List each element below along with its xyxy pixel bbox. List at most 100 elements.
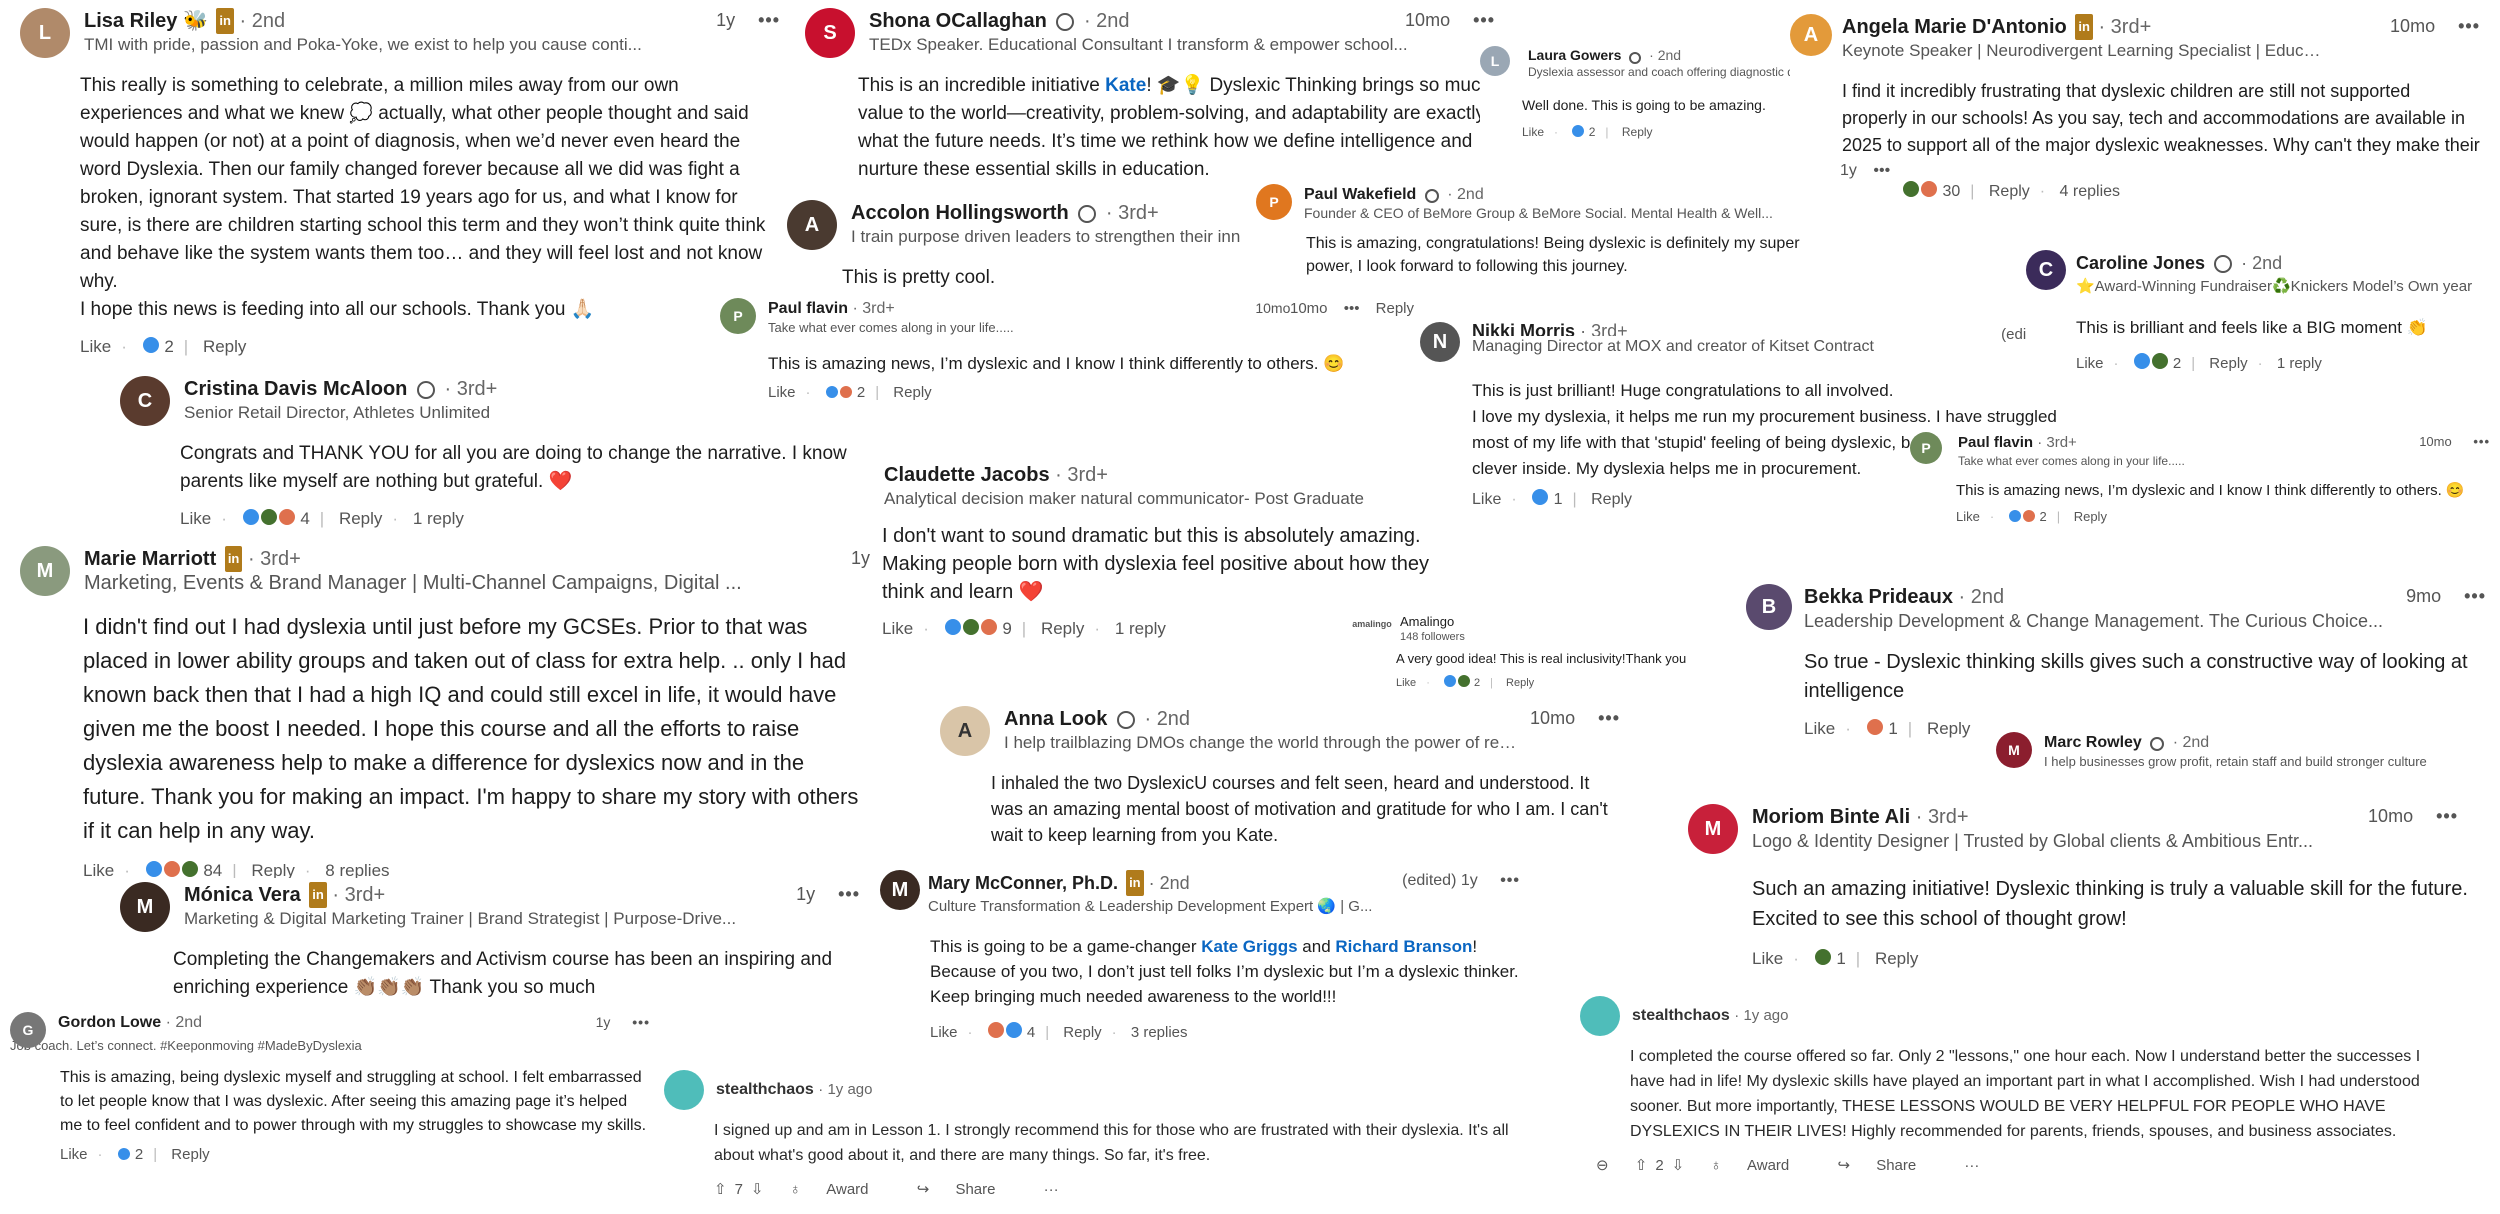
reaction-count[interactable]: 1 [1836, 949, 1845, 968]
like-button[interactable]: Like [768, 384, 796, 401]
like-button[interactable]: Like [930, 1024, 958, 1041]
avatar[interactable]: C [120, 376, 170, 426]
reaction-count[interactable]: 4 [1027, 1024, 1035, 1041]
reply-button[interactable]: Reply [1622, 125, 1653, 139]
author-name[interactable]: Mónica Vera [184, 884, 301, 906]
author-name[interactable]: Marie Marriott [84, 548, 216, 570]
more-options-icon[interactable]: ··· [1044, 1181, 1059, 1198]
avatar[interactable]: P [1256, 184, 1292, 220]
reaction-count[interactable]: 4 [300, 509, 309, 528]
author-name[interactable]: Moriom Binte Ali [1752, 806, 1910, 828]
more-options-icon[interactable]: ••• [632, 1014, 650, 1030]
replies-link[interactable]: 3 replies [1131, 1024, 1188, 1041]
author-name[interactable]: Bekka Prideaux [1804, 586, 1953, 608]
more-options-icon[interactable]: ••• [758, 10, 780, 30]
avatar[interactable]: M [20, 546, 70, 596]
reply-button[interactable]: Reply [339, 509, 382, 528]
reaction-count[interactable]: 2 [1589, 125, 1596, 139]
like-button[interactable]: Like [60, 1146, 88, 1163]
collapse-thread-icon[interactable]: ⊖ [1596, 1157, 1609, 1174]
author-name[interactable]: Angela Marie D'Antonio [1842, 16, 2067, 38]
author-name[interactable]: Lisa Riley [84, 10, 177, 32]
downvote-icon[interactable]: ⇩ [751, 1181, 764, 1198]
like-button[interactable]: Like [882, 619, 913, 638]
avatar[interactable]: L [1480, 46, 1510, 76]
more-options-icon[interactable]: ••• [1873, 162, 1890, 179]
reaction-count[interactable]: 30 [1942, 183, 1960, 200]
author-name[interactable]: Caroline Jones [2076, 253, 2205, 273]
author-name[interactable]: Marc Rowley [2044, 734, 2142, 751]
avatar[interactable]: A [940, 706, 990, 756]
award-button[interactable]: ♁ Award [1710, 1157, 1811, 1174]
reply-button[interactable]: Reply [1376, 300, 1414, 317]
reply-button[interactable]: Reply [1927, 719, 1970, 738]
more-options-icon[interactable]: ••• [1598, 708, 1620, 728]
author-name[interactable]: Paul Wakefield [1304, 186, 1416, 203]
reaction-count[interactable]: 2 [2039, 509, 2046, 524]
reaction-count[interactable]: 2 [2173, 355, 2181, 372]
replies-link[interactable]: 1 reply [1115, 619, 1166, 638]
more-options-icon[interactable]: ••• [2464, 586, 2486, 606]
like-button[interactable]: Like [1396, 677, 1416, 689]
reply-button[interactable]: Reply [1591, 491, 1632, 508]
avatar[interactable]: L [20, 8, 70, 58]
reply-button[interactable]: Reply [893, 384, 931, 401]
like-button[interactable]: Like [1472, 491, 1501, 508]
avatar[interactable] [664, 1070, 704, 1110]
author-name[interactable]: Mary McConner, Ph.D. [928, 873, 1118, 893]
avatar[interactable] [1580, 996, 1620, 1036]
award-button[interactable]: ♁ Award [790, 1181, 891, 1198]
reaction-count[interactable]: 2 [164, 337, 173, 356]
more-options-icon[interactable]: ••• [838, 884, 860, 904]
reaction-count[interactable]: 9 [1002, 619, 1011, 638]
reply-button[interactable]: Reply [2074, 509, 2107, 524]
like-button[interactable]: Like [180, 509, 211, 528]
avatar[interactable]: M [880, 870, 920, 910]
replies-link[interactable]: 1 reply [2277, 355, 2322, 372]
reply-button[interactable]: Reply [251, 861, 294, 878]
more-options-icon[interactable]: ··· [1964, 1157, 1979, 1174]
avatar[interactable]: B [1746, 584, 1792, 630]
author-name[interactable]: Cristina Davis McAloon [184, 378, 407, 400]
reaction-count[interactable]: 84 [203, 861, 222, 878]
like-button[interactable]: Like [83, 861, 114, 878]
author-name[interactable]: Anna Look [1004, 708, 1107, 730]
author-name[interactable]: stealthchaos [1632, 1007, 1730, 1024]
avatar[interactable]: A [1790, 14, 1832, 56]
reply-button[interactable]: Reply [1875, 949, 1918, 968]
author-name[interactable]: Shona OCallaghan [869, 10, 1047, 32]
avatar[interactable]: S [805, 8, 855, 58]
avatar[interactable]: M [1688, 804, 1738, 854]
avatar[interactable]: M [1996, 732, 2032, 768]
reaction-count[interactable]: 1 [1888, 719, 1897, 738]
reaction-count[interactable]: 2 [135, 1146, 143, 1163]
like-button[interactable]: Like [1956, 509, 1980, 524]
like-button[interactable]: Like [80, 337, 111, 356]
mention-link-kate-griggs[interactable]: Kate Griggs [1201, 937, 1297, 956]
mention-link-richard-branson[interactable]: Richard Branson [1335, 937, 1472, 956]
avatar[interactable]: P [1910, 432, 1942, 464]
avatar[interactable]: N [1420, 322, 1460, 362]
avatar[interactable]: amalingo [1352, 614, 1392, 634]
more-options-icon[interactable]: ••• [1473, 10, 1495, 30]
reply-button[interactable]: Reply [2209, 355, 2247, 372]
like-button[interactable]: Like [2076, 355, 2104, 372]
reaction-count[interactable]: 2 [857, 384, 865, 401]
avatar[interactable]: G [10, 1012, 46, 1048]
reply-button[interactable]: Reply [1506, 677, 1534, 689]
author-name[interactable]: stealthchaos [716, 1081, 814, 1098]
author-name[interactable]: Amalingo [1400, 614, 1454, 629]
replies-link[interactable]: 1 reply [413, 509, 464, 528]
author-name[interactable]: Paul flavin [1958, 434, 2033, 451]
more-options-icon[interactable]: ••• [2473, 434, 2490, 449]
reply-button[interactable]: Reply [203, 337, 246, 356]
upvote-icon[interactable]: ⇧ [1635, 1157, 1648, 1174]
like-button[interactable]: Like [1522, 125, 1544, 139]
reply-button[interactable]: Reply [171, 1146, 209, 1163]
more-options-icon[interactable]: ••• [2458, 16, 2480, 36]
avatar[interactable]: P [720, 298, 756, 334]
replies-link[interactable]: 4 replies [2060, 183, 2120, 200]
author-name[interactable]: Nikki Morris [1472, 322, 1575, 336]
reply-button[interactable]: Reply [1989, 183, 2030, 200]
author-name[interactable]: Claudette Jacobs [884, 464, 1050, 486]
